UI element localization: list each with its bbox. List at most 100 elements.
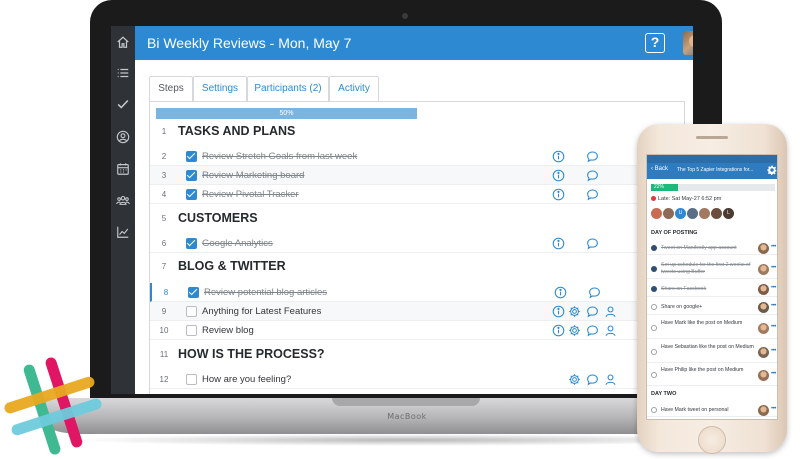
- participant-avatar[interactable]: [663, 208, 674, 219]
- info-icon[interactable]: [552, 237, 565, 250]
- home-icon[interactable]: [113, 32, 133, 52]
- tab-settings[interactable]: Settings: [193, 76, 247, 102]
- info-icon[interactable]: [552, 324, 565, 337]
- more-options-icon[interactable]: •••: [771, 303, 776, 309]
- comment-icon[interactable]: [588, 286, 601, 299]
- participant-avatar[interactable]: [699, 208, 710, 219]
- marketing-image: MacBook Bi Weekly Reviews - Mon, May 7 ?…: [0, 0, 800, 459]
- comment-icon[interactable]: [586, 169, 599, 182]
- tab-participants[interactable]: Participants (2): [247, 76, 329, 102]
- task-checkbox[interactable]: [186, 151, 197, 162]
- gear-icon[interactable]: [568, 373, 581, 386]
- section-title: HOW IS THE PROCESS?: [178, 347, 325, 361]
- task-checkbox[interactable]: [186, 306, 197, 317]
- assignee-avatar[interactable]: [758, 370, 769, 381]
- check-icon[interactable]: [113, 94, 133, 114]
- more-options-icon[interactable]: •••: [771, 371, 776, 377]
- task-row[interactable]: 8 Review potential blog articles: [150, 283, 685, 302]
- task-row[interactable]: 4 Review Pivotal Tracker: [150, 185, 685, 204]
- tab-steps[interactable]: Steps: [149, 76, 193, 102]
- assign-user-icon[interactable]: [604, 373, 617, 386]
- list-item[interactable]: Share on google+ •••: [647, 299, 777, 315]
- more-options-icon[interactable]: •••: [771, 348, 776, 354]
- chart-icon[interactable]: [113, 222, 133, 242]
- comment-icon[interactable]: [586, 237, 599, 250]
- item-checkbox[interactable]: [651, 372, 657, 378]
- info-icon[interactable]: [552, 169, 565, 182]
- section-row: 11 HOW IS THE PROCESS?: [150, 346, 685, 368]
- more-options-icon[interactable]: •••: [771, 324, 776, 330]
- assignee-avatar[interactable]: [758, 347, 769, 358]
- list-item[interactable]: Set up schedule for the first 2 weeks of…: [647, 259, 777, 279]
- assignee-avatar[interactable]: [758, 284, 769, 295]
- gear-icon[interactable]: [568, 305, 581, 318]
- assign-user-icon[interactable]: [604, 305, 617, 318]
- assignee-avatar[interactable]: [758, 264, 769, 275]
- team-icon[interactable]: [113, 190, 133, 210]
- assignee-avatar[interactable]: [758, 243, 769, 254]
- task-checkbox[interactable]: [186, 238, 197, 249]
- assign-user-icon[interactable]: [604, 324, 617, 337]
- task-checkbox[interactable]: [186, 325, 197, 336]
- assignee-avatar[interactable]: [758, 323, 769, 334]
- comment-icon[interactable]: [586, 373, 599, 386]
- slack-logo: [0, 353, 106, 459]
- back-label: Back: [654, 166, 669, 172]
- item-checkbox[interactable]: [651, 304, 657, 310]
- list-item[interactable]: Have Philip like the post on Medium •••: [647, 364, 777, 386]
- task-row[interactable]: 9 Anything for Latest Features: [150, 302, 685, 321]
- comment-icon[interactable]: [586, 305, 599, 318]
- gear-icon[interactable]: [767, 165, 777, 175]
- comment-icon[interactable]: [586, 150, 599, 163]
- info-icon[interactable]: [552, 188, 565, 201]
- task-checkbox[interactable]: [186, 374, 197, 385]
- tab-activity[interactable]: Activity: [329, 76, 379, 102]
- list-item[interactable]: Have Sebastian like the post on Medium ••…: [647, 341, 777, 363]
- participant-avatar[interactable]: L: [723, 208, 734, 219]
- task-checkbox[interactable]: [186, 170, 197, 181]
- row-number: 9: [161, 307, 167, 316]
- more-options-icon[interactable]: •••: [771, 406, 776, 412]
- assignee-avatar[interactable]: [758, 405, 769, 416]
- item-checkbox[interactable]: [651, 245, 657, 251]
- more-options-icon[interactable]: •••: [771, 244, 776, 250]
- item-checkbox[interactable]: [651, 407, 657, 413]
- home-button[interactable]: [698, 426, 726, 454]
- participant-avatar[interactable]: U: [675, 208, 686, 219]
- item-checkbox[interactable]: [651, 266, 657, 272]
- gear-icon[interactable]: [568, 324, 581, 337]
- task-row[interactable]: 3 Review Marketing board: [150, 166, 685, 185]
- more-options-icon[interactable]: •••: [771, 265, 776, 271]
- comment-icon[interactable]: [586, 324, 599, 337]
- list-icon[interactable]: [113, 63, 133, 83]
- list-item[interactable]: Have Mark tweet on personal •••: [647, 403, 777, 417]
- task-checkbox[interactable]: [186, 189, 197, 200]
- calendar-icon[interactable]: [113, 159, 133, 179]
- list-item[interactable]: Tweet on Manifestly app account •••: [647, 241, 777, 255]
- task-row[interactable]: 12 How are you feeling?: [150, 370, 685, 389]
- info-icon[interactable]: [554, 286, 567, 299]
- task-row[interactable]: 2 Review Stretch Goals from last week: [150, 147, 685, 166]
- item-checkbox[interactable]: [651, 349, 657, 355]
- participant-avatar[interactable]: [711, 208, 722, 219]
- participant-avatar[interactable]: [687, 208, 698, 219]
- user-icon[interactable]: [113, 127, 133, 147]
- avatar[interactable]: [683, 31, 693, 55]
- task-row[interactable]: 6 Google Analytics: [150, 234, 685, 253]
- list-item[interactable]: Share on Facebook •••: [647, 280, 777, 297]
- info-icon[interactable]: [552, 305, 565, 318]
- help-button[interactable]: ?: [645, 33, 665, 53]
- comment-icon[interactable]: [586, 188, 599, 201]
- section-row: 7 BLOG & TWITTER: [150, 258, 685, 280]
- mobile-progress-bar: 22%: [651, 184, 679, 191]
- assignee-avatar[interactable]: [758, 302, 769, 313]
- participant-avatar[interactable]: [651, 208, 662, 219]
- item-checkbox[interactable]: [651, 325, 657, 331]
- info-icon[interactable]: [552, 150, 565, 163]
- item-checkbox[interactable]: [651, 286, 657, 292]
- back-button[interactable]: ‹ Back: [651, 166, 668, 172]
- more-options-icon[interactable]: •••: [771, 285, 776, 291]
- task-checkbox[interactable]: [188, 287, 199, 298]
- task-row[interactable]: 10 Review blog: [150, 321, 685, 340]
- list-item[interactable]: Have Mark like the post on Medium •••: [647, 317, 777, 339]
